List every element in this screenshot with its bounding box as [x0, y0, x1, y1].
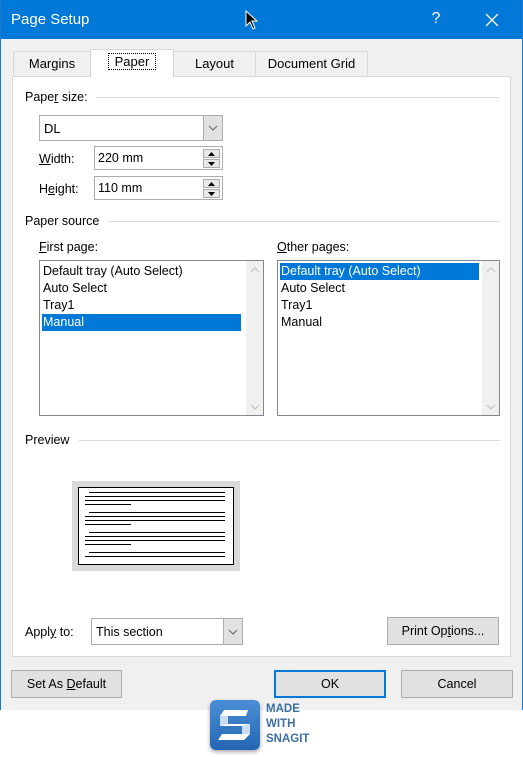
snagit-watermark: MADE WITH SNAGIT [210, 700, 320, 755]
list-item[interactable]: Manual [280, 314, 479, 331]
first-page-scrollbar[interactable] [246, 261, 263, 415]
page-setup-dialog: Page Setup ? Margins Paper Layout Docume… [0, 0, 523, 710]
chevron-down-icon [250, 404, 259, 410]
height-increment-button[interactable] [203, 179, 220, 188]
scroll-down-button[interactable] [482, 398, 499, 415]
snagit-logo-icon [210, 700, 260, 750]
ok-button[interactable]: OK [274, 670, 386, 698]
apply-to-dropdown[interactable]: This section [91, 618, 243, 645]
paper-size-divider [83, 97, 500, 98]
list-item-selected[interactable]: Manual [42, 314, 241, 331]
width-decrement-button[interactable] [203, 159, 220, 168]
close-icon [485, 13, 499, 27]
close-button[interactable] [481, 9, 503, 31]
list-item[interactable]: Tray1 [280, 297, 479, 314]
chevron-up-icon [486, 266, 495, 272]
triangle-down-icon [208, 191, 215, 196]
preview-page-thumbnail [78, 487, 234, 565]
chevron-down-icon [486, 404, 495, 410]
paper-tab-panel: Paper size: DL Width: 220 mm Height: 110… [12, 76, 511, 657]
triangle-up-icon [208, 181, 215, 186]
list-item[interactable]: Default tray (Auto Select) [42, 263, 241, 280]
width-label: Width: [39, 152, 75, 166]
cancel-button[interactable]: Cancel [401, 670, 513, 698]
apply-to-dropdown-button[interactable] [223, 619, 242, 644]
tab-margins[interactable]: Margins [13, 51, 91, 77]
apply-to-label: Apply to: [25, 625, 74, 639]
triangle-down-icon [208, 161, 215, 166]
paper-size-dropdown[interactable]: DL [39, 115, 223, 141]
paper-source-label: Paper source [25, 214, 108, 228]
list-item-selected[interactable]: Default tray (Auto Select) [280, 263, 479, 280]
list-item[interactable]: Tray1 [42, 297, 241, 314]
chevron-down-icon [208, 125, 218, 131]
first-page-listbox[interactable]: Default tray (Auto Select) Auto Select T… [39, 260, 264, 416]
title-bar[interactable]: Page Setup ? [1, 0, 522, 39]
chevron-up-icon [250, 266, 259, 272]
set-as-default-button[interactable]: Set As Default [11, 670, 122, 698]
width-input[interactable]: 220 mm [98, 151, 143, 165]
preview-divider [79, 440, 500, 441]
other-pages-listbox[interactable]: Default tray (Auto Select) Auto Select T… [277, 260, 500, 416]
height-spinbox[interactable]: 110 mm [94, 176, 223, 200]
tab-document-grid[interactable]: Document Grid [255, 51, 368, 77]
list-item[interactable]: Auto Select [42, 280, 241, 297]
preview-label: Preview [25, 433, 78, 447]
paper-size-label: Paper size: [25, 90, 96, 104]
chevron-down-icon [228, 629, 238, 635]
scroll-down-button[interactable] [246, 398, 263, 415]
page-preview [72, 481, 240, 571]
print-options-button[interactable]: Print Options... [387, 617, 499, 645]
width-increment-button[interactable] [203, 149, 220, 158]
mouse-cursor-icon [245, 10, 259, 30]
paper-source-divider [108, 221, 500, 222]
paper-size-dropdown-button[interactable] [203, 116, 222, 140]
scroll-up-button[interactable] [246, 261, 263, 278]
scroll-up-button[interactable] [482, 261, 499, 278]
snagit-text: MADE WITH SNAGIT [266, 703, 310, 745]
help-button[interactable]: ? [428, 10, 444, 28]
apply-to-value: This section [96, 625, 163, 639]
height-label: Height: [39, 182, 79, 196]
window-title: Page Setup [11, 11, 90, 28]
list-item[interactable]: Auto Select [280, 280, 479, 297]
height-input[interactable]: 110 mm [98, 181, 142, 195]
tab-layout[interactable]: Layout [173, 51, 256, 77]
tab-paper[interactable]: Paper [90, 49, 174, 78]
paper-size-value: DL [44, 121, 61, 136]
width-spinbox[interactable]: 220 mm [94, 146, 223, 170]
first-page-label: First page: [39, 240, 99, 254]
triangle-up-icon [208, 151, 215, 156]
other-pages-scrollbar[interactable] [482, 261, 499, 415]
other-pages-label: Other pages: [277, 240, 350, 254]
height-decrement-button[interactable] [203, 189, 220, 198]
